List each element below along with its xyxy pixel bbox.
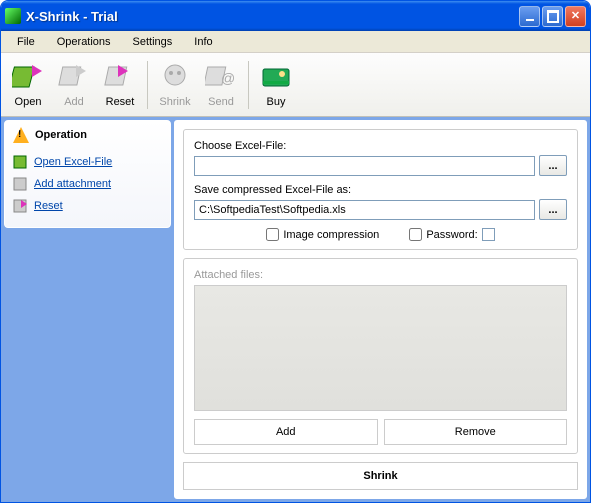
- menubar: File Operations Settings Info: [1, 31, 590, 53]
- toolbar-add-button[interactable]: Add: [51, 57, 97, 112]
- toolbar-send-button[interactable]: @ Send: [198, 57, 244, 112]
- attached-files-list[interactable]: [194, 285, 567, 411]
- send-icon: @: [205, 61, 237, 93]
- password-input[interactable]: [482, 228, 495, 241]
- minimize-button[interactable]: [519, 6, 540, 27]
- buy-icon: [260, 61, 292, 93]
- choose-file-browse-button[interactable]: ...: [539, 155, 567, 176]
- toolbar: Open Add Reset Shrink @ Send: [1, 53, 590, 117]
- attached-files-label: Attached files:: [194, 269, 567, 281]
- reset-small-icon: [13, 198, 29, 214]
- save-file-browse-button[interactable]: ...: [539, 199, 567, 220]
- sidebar-link-add-attachment[interactable]: Add attachment: [13, 173, 162, 195]
- titlebar: X-Shrink - Trial: [1, 1, 590, 31]
- shrink-button[interactable]: Shrink: [183, 462, 578, 490]
- save-file-label: Save compressed Excel-File as:: [194, 184, 567, 196]
- sidebar-link-open-excel[interactable]: Open Excel-File: [13, 151, 162, 173]
- toolbar-separator-2: [248, 61, 249, 109]
- close-button[interactable]: [565, 6, 586, 27]
- sidebar-header: Operation: [5, 121, 170, 151]
- image-compression-checkbox[interactable]: Image compression: [266, 228, 379, 241]
- toolbar-open-button[interactable]: Open: [5, 57, 51, 112]
- remove-attachment-button[interactable]: Remove: [384, 419, 568, 445]
- shrink-icon: [159, 61, 191, 93]
- toolbar-separator: [147, 61, 148, 109]
- password-checkbox[interactable]: Password:: [409, 228, 494, 241]
- add-icon: [58, 61, 90, 93]
- open-icon: [12, 61, 44, 93]
- reset-icon: [104, 61, 136, 93]
- attached-files-group: Attached files: Add Remove: [183, 258, 578, 454]
- app-icon: [5, 8, 21, 24]
- sidebar-operation-panel: Operation Open Excel-File Add attachment: [4, 120, 171, 228]
- sidebar-link-reset[interactable]: Reset: [13, 195, 162, 217]
- svg-text:@: @: [221, 70, 235, 86]
- main-panel: Choose Excel-File: ... Save compressed E…: [174, 120, 587, 499]
- toolbar-buy-button[interactable]: Buy: [253, 57, 299, 112]
- add-attachment-button[interactable]: Add: [194, 419, 378, 445]
- attachment-icon: [13, 176, 29, 192]
- window-title: X-Shrink - Trial: [26, 9, 519, 24]
- toolbar-shrink-button[interactable]: Shrink: [152, 57, 198, 112]
- excel-icon: [13, 154, 29, 170]
- menu-settings[interactable]: Settings: [123, 34, 183, 50]
- menu-operations[interactable]: Operations: [47, 34, 121, 50]
- file-group: Choose Excel-File: ... Save compressed E…: [183, 129, 578, 250]
- toolbar-reset-button[interactable]: Reset: [97, 57, 143, 112]
- sidebar: Operation Open Excel-File Add attachment: [4, 120, 171, 499]
- menu-info[interactable]: Info: [184, 34, 222, 50]
- save-file-input[interactable]: [194, 200, 535, 220]
- choose-file-label: Choose Excel-File:: [194, 140, 567, 152]
- menu-file[interactable]: File: [7, 34, 45, 50]
- maximize-button[interactable]: [542, 6, 563, 27]
- choose-file-input[interactable]: [194, 156, 535, 176]
- warning-icon: [13, 127, 29, 143]
